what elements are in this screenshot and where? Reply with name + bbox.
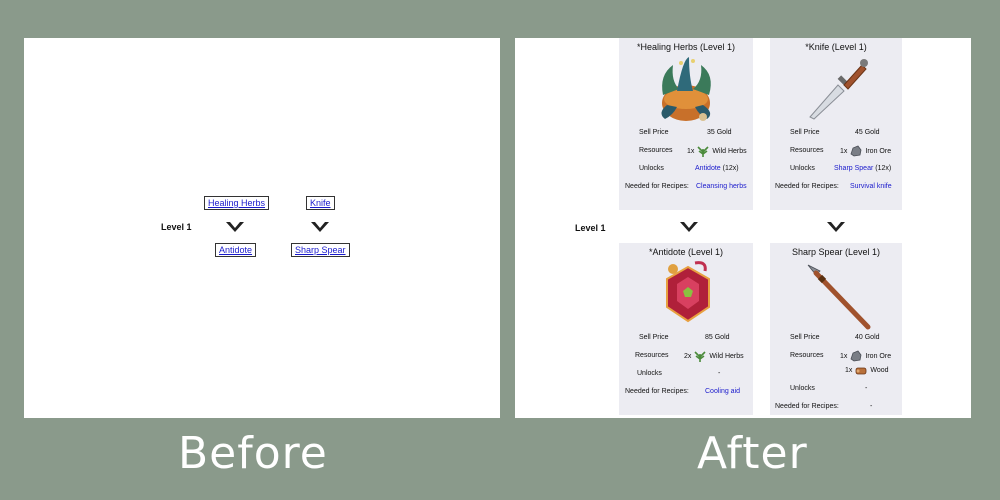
card-title: *Healing Herbs (Level 1) — [636, 42, 736, 52]
resources-label: Resources — [639, 147, 673, 154]
resource-name: Iron Ore — [865, 352, 892, 360]
card-title: Sharp Spear (Level 1) — [791, 247, 881, 257]
unlocks-value: - — [865, 385, 868, 392]
card-antidote: *Antidote (Level 1) Sell Price 85 Gold R… — [619, 243, 753, 415]
resource-qty: 1x — [687, 147, 695, 155]
caption-before: Before — [178, 428, 328, 479]
wild-herbs-icon — [697, 146, 709, 157]
caption-after: After — [697, 428, 808, 479]
card-knife: *Knife (Level 1) Sell Price 45 Gold Reso… — [770, 38, 902, 210]
resource-qty: 1x — [840, 352, 848, 360]
antidote-icon — [666, 261, 710, 323]
link-healing-herbs[interactable]: Healing Herbs — [204, 196, 270, 210]
needed-link-cooling-aid[interactable]: Cooling aid — [705, 388, 740, 395]
level-label: Level 1 — [575, 223, 606, 233]
unlocks-label: Unlocks — [637, 370, 662, 377]
resource-name: Wood — [870, 366, 889, 374]
needed-link-cleansing-herbs[interactable]: Cleansing herbs — [696, 183, 747, 190]
resources-label: Resources — [635, 352, 669, 359]
resource-entry: 1x Wild Herbs — [687, 144, 747, 158]
resource-name: Iron Ore — [865, 147, 892, 155]
wood-icon — [856, 367, 867, 375]
level-label: Level 1 — [161, 222, 192, 232]
resource-entry-iron-ore: 1x Iron Ore — [840, 349, 891, 363]
needed-label: Needed for Recipes: — [775, 183, 839, 190]
sell-price-label: Sell Price — [790, 129, 820, 136]
unlock-link-antidote[interactable]: Antidote — [695, 165, 721, 172]
chevron-down-icon — [311, 222, 329, 232]
sell-price-label: Sell Price — [639, 334, 669, 341]
unlocks-value: Antidote (12x) — [695, 165, 739, 172]
needed-label: Needed for Recipes: — [625, 388, 689, 395]
link-knife[interactable]: Knife — [306, 196, 335, 210]
needed-value: - — [870, 403, 873, 410]
sharp-spear-icon — [807, 264, 871, 330]
unlock-link-sharp-spear[interactable]: Sharp Spear — [834, 165, 873, 172]
resource-entry: 2x Wild Herbs — [684, 349, 744, 363]
unlocks-label: Unlocks — [790, 385, 815, 392]
healing-herbs-icon — [661, 57, 711, 121]
sell-price-label: Sell Price — [790, 334, 820, 341]
card-title: *Antidote (Level 1) — [648, 247, 724, 257]
wild-herbs-icon — [694, 351, 706, 362]
resource-qty: 1x — [840, 147, 848, 155]
after-panel: *Healing Herbs (Level 1) Sell Price 35 G… — [515, 38, 971, 418]
needed-link-survival-knife[interactable]: Survival knife — [850, 183, 892, 190]
chevron-down-icon — [226, 222, 244, 232]
before-panel: Healing Herbs Knife Level 1 Antidote Sha… — [24, 38, 500, 418]
needed-label: Needed for Recipes: — [775, 403, 839, 410]
needed-label: Needed for Recipes: — [625, 183, 689, 190]
sell-price-value: 35 Gold — [707, 129, 732, 136]
chevron-down-icon — [680, 222, 698, 232]
unlock-qty: (12x) — [722, 165, 739, 172]
unlocks-label: Unlocks — [639, 165, 664, 172]
unlock-qty: (12x) — [875, 165, 892, 172]
card-sharp-spear: Sharp Spear (Level 1) Sell Price 40 Gold… — [770, 243, 902, 415]
resources-label: Resources — [790, 352, 824, 359]
resource-qty: 2x — [684, 352, 692, 360]
resource-entry: 1x Iron Ore — [840, 144, 891, 158]
card-healing-herbs: *Healing Herbs (Level 1) Sell Price 35 G… — [619, 38, 753, 210]
unlocks-label: Unlocks — [790, 165, 815, 172]
sell-price-value: 85 Gold — [705, 334, 730, 341]
iron-ore-icon — [850, 350, 862, 362]
link-sharp-spear[interactable]: Sharp Spear — [291, 243, 350, 257]
link-antidote[interactable]: Antidote — [215, 243, 257, 257]
sell-price-value: 40 Gold — [855, 334, 880, 341]
sell-price-label: Sell Price — [639, 129, 669, 136]
resource-name: Wild Herbs — [709, 352, 744, 360]
unlocks-value: - — [718, 370, 721, 377]
unlocks-value: Sharp Spear (12x) — [834, 165, 891, 172]
resources-label: Resources — [790, 147, 824, 154]
card-title: *Knife (Level 1) — [805, 42, 867, 52]
iron-ore-icon — [850, 145, 862, 157]
resource-link[interactable]: Wild Herbs — [712, 148, 746, 155]
sell-price-value: 45 Gold — [855, 129, 880, 136]
knife-icon — [809, 59, 868, 120]
chevron-down-icon — [827, 222, 845, 232]
resource-entry-wood: 1x Wood — [845, 363, 889, 377]
resource-qty: 1x — [845, 366, 853, 374]
